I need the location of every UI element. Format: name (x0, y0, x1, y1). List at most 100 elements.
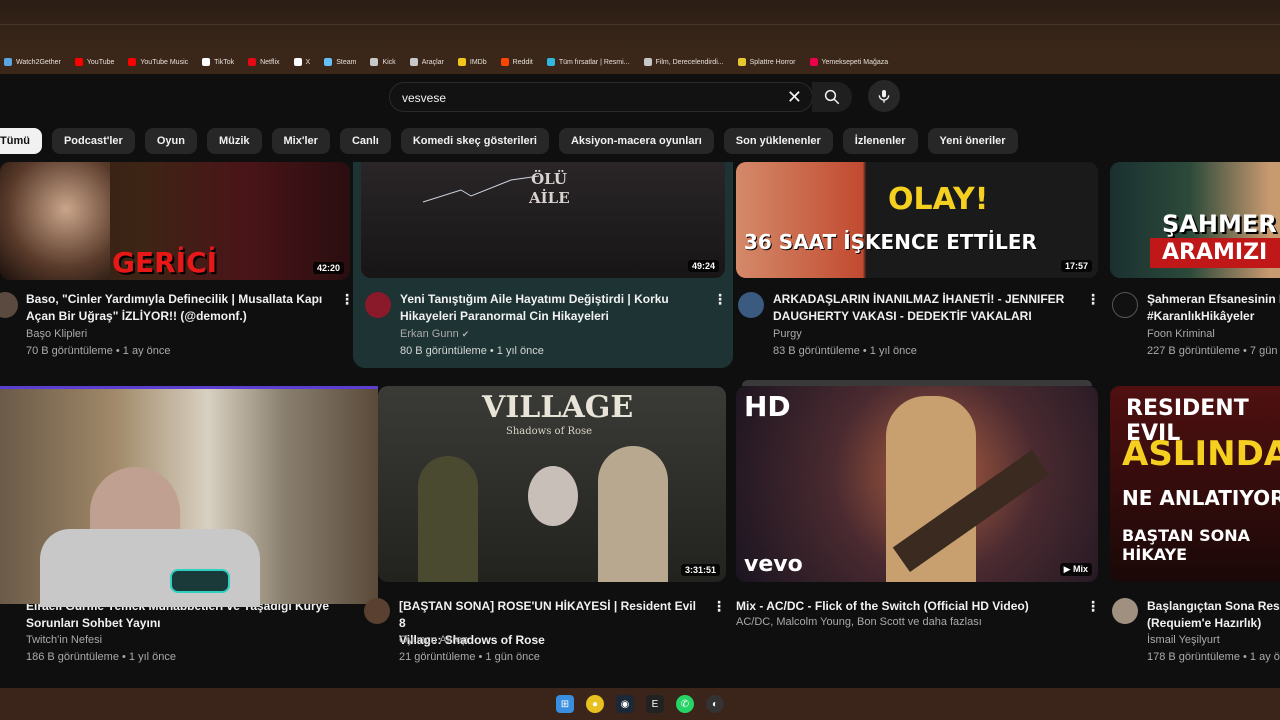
bookmark-label: X (305, 58, 311, 66)
steam-icon[interactable]: ◉ (616, 695, 634, 713)
bookmark-icon (457, 58, 466, 66)
bookmark-label: TikTok (214, 58, 235, 66)
filter-chips: Tümü Podcast'ler Oyun Müzik Mix'ler Canlı Kome… (0, 128, 1280, 154)
more-options-icon[interactable]: ⋮ (340, 291, 354, 308)
bookmark-item[interactable]: Splattre Horror (737, 58, 796, 66)
filter-chip[interactable]: Canlı (339, 128, 391, 154)
video-thumbnail[interactable]: RESIDENT EVIL ASLINDA NE ANLATIYOR? BAŞT… (1110, 386, 1280, 582)
bookmark-item[interactable]: TikTok (202, 58, 234, 66)
video-thumbnail[interactable]: GERİCİ 42:20 (0, 162, 350, 280)
video-thumbnail[interactable]: ŞAHMER ARAMIZI (1110, 162, 1280, 278)
avatar[interactable] (738, 292, 764, 318)
more-options-icon[interactable]: ⋮ (1086, 291, 1100, 308)
bookmark-icon (409, 58, 418, 66)
bookmark-item[interactable]: Watch2Gether (4, 58, 61, 66)
video-card[interactable]: RESIDENT EVIL ASLINDA NE ANLATIYOR? BAŞT… (1110, 386, 1280, 686)
bookmark-item[interactable]: Yemeksepeti Mağaza (809, 58, 888, 66)
bookmark-icon (546, 58, 555, 66)
voice-search-button[interactable] (868, 80, 900, 112)
video-title[interactable]: Baso, "Cinler Yardımıyla Definecilik | M… (26, 291, 326, 325)
avatar[interactable] (1112, 292, 1138, 318)
taskbar: ⊞ ● ◉ E ✆ ◐ (0, 688, 1280, 720)
bookmark-item[interactable]: Kick (370, 58, 396, 66)
close-icon[interactable]: ✕ (787, 87, 802, 108)
bookmark-label: Steam (336, 58, 357, 66)
video-card[interactable]: OLAY! 36 SAAT İŞKENCE ETTİLER 17:57 ARKA… (736, 162, 1100, 368)
more-options-icon[interactable]: ⋮ (712, 598, 726, 615)
bookmark-item[interactable]: Film, Derecelendirdi... (643, 58, 724, 66)
thumbnail-text: HD (744, 390, 791, 423)
avatar[interactable] (364, 598, 390, 624)
channel-name[interactable]: Oyuncu Akrep (399, 634, 468, 646)
bookmark-label: Araçlar (421, 58, 444, 66)
thumbnail-text: NE ANLATIYOR? (1122, 486, 1280, 510)
bookmark-icon (128, 58, 137, 66)
thumbnail-text: ŞAHMER (1162, 210, 1277, 238)
search-query[interactable]: vesvese (402, 91, 446, 105)
search-input[interactable]: vesvese ✕ (389, 82, 813, 112)
bookmark-item[interactable]: Tüm fırsatlar | Resmi... (546, 58, 630, 66)
video-thumbnail[interactable]: OLAY! 36 SAAT İŞKENCE ETTİLER 17:57 (736, 162, 1098, 278)
more-options-icon[interactable]: ⋮ (713, 291, 727, 308)
filter-chip[interactable]: Komedi skeç gösterileri (400, 128, 549, 154)
bookmarks-bar: Watch2Gether YouTube YouTube Music TikTok Ne… (0, 50, 1280, 74)
bookmark-icon (809, 58, 818, 66)
video-meta: 227 B görüntüleme • 7 gün ö (1147, 345, 1280, 357)
bookmark-item[interactable]: Reddit (500, 58, 533, 66)
video-thumbnail[interactable]: ÖLÜ AİLE 49:24 (361, 162, 725, 278)
channel-name[interactable]: Foon Kriminal (1147, 328, 1215, 340)
epic-games-icon[interactable]: E (646, 695, 664, 713)
video-title[interactable]: Şahmeran Efsanesinin E #KaranlıkHikâyeler (1147, 291, 1280, 325)
filter-chip[interactable]: Yeni öneriler (927, 128, 1018, 154)
filter-chip[interactable]: İzlenenler (842, 128, 918, 154)
channel-name[interactable]: AC/DC, Malcolm Young, Bon Scott ve daha … (736, 616, 982, 628)
video-card[interactable]: ŞAHMER ARAMIZI Şahmeran Efsanesinin E #Ka… (1110, 162, 1280, 368)
whatsapp-icon[interactable]: ✆ (676, 695, 694, 713)
filter-chip[interactable]: Müzik (206, 128, 262, 154)
avatar[interactable] (365, 292, 391, 318)
app-icon[interactable]: ◐ (706, 695, 724, 713)
bookmark-item[interactable]: Araçlar (409, 58, 444, 66)
video-card[interactable]: GERİCİ 42:20 Baso, "Cinler Yardımıyla De… (0, 162, 354, 372)
bookmark-item[interactable]: IMDb (457, 58, 487, 66)
video-card[interactable]: ÖLÜ AİLE 49:24 Yeni Tanıştığım Aile Haya… (353, 162, 733, 368)
filter-chip[interactable]: Son yüklenenler (723, 128, 833, 154)
video-card[interactable]: HD vevo ▶ Mix Mix - AC/DC - Flick of the… (736, 380, 1100, 686)
video-title[interactable]: Mix - AC/DC - Flick of the Switch (Offic… (736, 598, 1076, 615)
bookmark-icon (293, 58, 302, 66)
bookmark-item[interactable]: X (293, 58, 311, 66)
chrome-icon[interactable]: ● (586, 695, 604, 713)
video-card[interactable]: VILLAGE Shadows of Rose 3:31:51 [BAŞTAN … (362, 386, 726, 686)
windows-start-icon[interactable]: ⊞ (556, 695, 574, 713)
filter-chip[interactable]: Oyun (144, 128, 197, 154)
youtube-header: vesvese ✕ (0, 74, 1280, 124)
filter-chip[interactable]: Mix'ler (271, 128, 330, 154)
filter-chip[interactable]: Tümü (0, 128, 42, 154)
video-thumbnail[interactable]: HD vevo ▶ Mix (736, 386, 1098, 582)
bookmark-icon (4, 58, 12, 66)
bookmark-item[interactable]: Steam (324, 58, 356, 66)
channel-name[interactable]: Başo Klipleri (26, 328, 87, 340)
bookmark-item[interactable]: YouTube Music (128, 58, 188, 66)
more-options-icon[interactable]: ⋮ (1086, 598, 1100, 615)
bookmark-item[interactable]: YouTube (74, 58, 114, 66)
bookmark-item[interactable]: Netflix (248, 58, 280, 66)
bookmark-icon (370, 58, 379, 66)
video-thumbnail[interactable]: VILLAGE Shadows of Rose 3:31:51 (378, 386, 726, 582)
video-title[interactable]: Başlangıçtan Sona Resi (Requiem'e Hazırlı… (1147, 598, 1280, 632)
search-icon (824, 89, 840, 105)
lightning-graphic (422, 175, 540, 203)
video-title[interactable]: Yeni Tanıştığım Aile Hayatımı Değiştirdi… (400, 291, 700, 325)
filter-chip[interactable]: Aksiyon-macera oyunları (558, 128, 714, 154)
filter-chip[interactable]: Podcast'ler (51, 128, 135, 154)
video-title[interactable]: ARKADAŞLARIN İNANILMAZ İHANETİ! - JENNIF… (773, 291, 1073, 325)
search-button[interactable] (812, 82, 852, 112)
channel-name[interactable]: Erkan Gunn ✔ (400, 328, 469, 340)
channel-name[interactable]: Purgy (773, 328, 802, 340)
channel-name[interactable]: İsmail Yeşilyurt (1147, 634, 1220, 646)
channel-name[interactable]: Twitch'in Nefesi (26, 634, 102, 646)
avatar[interactable] (0, 292, 18, 318)
bookmark-label: Splattre Horror (749, 58, 796, 66)
avatar[interactable] (1112, 598, 1138, 624)
video-meta: 83 B görüntüleme • 1 yıl önce (773, 345, 917, 357)
